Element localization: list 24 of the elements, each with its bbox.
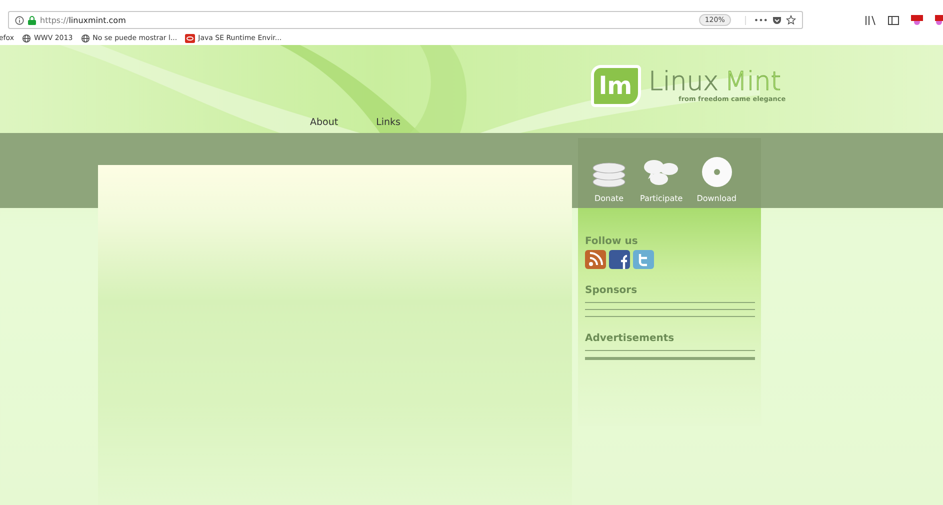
globe-icon [22, 34, 31, 42]
page-actions-menu[interactable]: ••• [744, 16, 768, 24]
logo-wordmark: Linux [648, 69, 719, 95]
globe-icon [80, 34, 90, 42]
logo-wordmark: Mint [724, 69, 781, 95]
coins-icon [592, 160, 626, 188]
star-icon[interactable] [786, 15, 796, 25]
section-title: Follow us [585, 236, 639, 247]
nav-link[interactable]: About [310, 117, 338, 128]
cup-icon [185, 34, 196, 42]
logo-mark: lm [590, 65, 640, 107]
disc-icon [700, 156, 733, 188]
section-title: Sponsors [585, 285, 638, 296]
nav-link[interactable]: Links [376, 117, 400, 128]
url-text: https://linuxmint.com [40, 16, 127, 24]
library-icon[interactable] [865, 16, 876, 24]
pocket-icon[interactable] [772, 16, 782, 24]
speech-bubbles-icon [643, 158, 680, 188]
lock-icon [28, 16, 36, 24]
rss-icon[interactable] [585, 250, 606, 269]
info-icon [15, 16, 24, 24]
section-title: Advertisements [585, 333, 676, 344]
sidebar-icon[interactable] [888, 16, 899, 24]
facebook-icon[interactable] [609, 250, 630, 269]
